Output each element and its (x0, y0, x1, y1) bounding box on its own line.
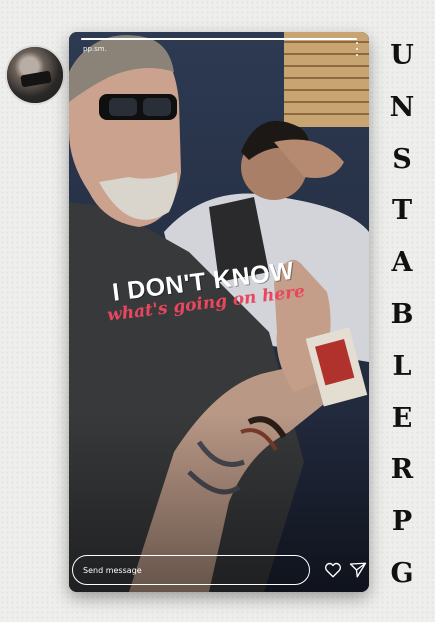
profile-avatar[interactable] (7, 47, 63, 103)
paper-plane-icon[interactable] (349, 561, 367, 579)
reply-bar (72, 553, 367, 587)
brand-letter: G (390, 557, 414, 589)
brand-letter: E (391, 402, 413, 434)
brand-letter: P (391, 506, 413, 538)
brand-letter: B (390, 298, 414, 330)
story-card[interactable]: pp.sm. I DON'T KNOW what's going on here (69, 32, 369, 592)
brand-letter: L (392, 350, 412, 382)
brand-letter: S (392, 143, 412, 175)
brand-letter: N (389, 91, 415, 123)
brand-letter: U (390, 40, 414, 71)
brand-letter: R (390, 454, 414, 486)
heart-icon[interactable] (324, 561, 342, 579)
story-progress-fill (81, 38, 357, 40)
brand-letter: A (391, 247, 413, 279)
story-progress-bar (81, 38, 357, 40)
brand-letter: T (391, 195, 413, 227)
more-options-icon[interactable] (355, 42, 359, 56)
send-message-input[interactable] (72, 555, 310, 585)
story-username[interactable]: pp.sm. (83, 45, 107, 53)
brand-vertical-text: U N S T A B L E R P G (388, 42, 416, 587)
